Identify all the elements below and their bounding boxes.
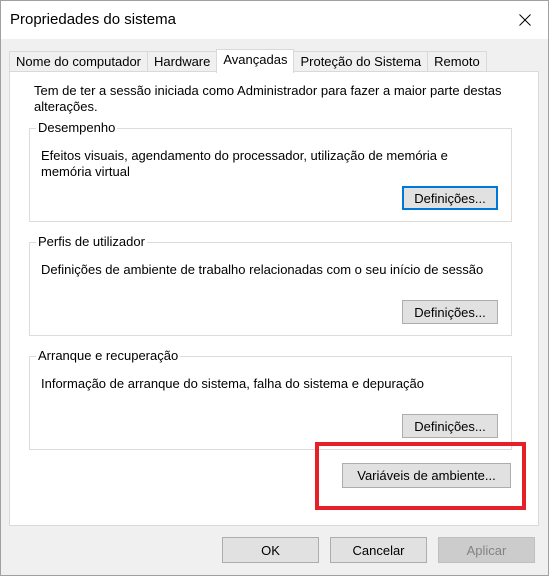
advanced-tab-panel: Tem de ter a sessão iniciada como Admini…	[9, 71, 539, 526]
startup-recovery-description: Informação de arranque do sistema, falha…	[41, 376, 425, 391]
tab-computer-name[interactable]: Nome do computador	[9, 51, 149, 72]
apply-button[interactable]: Aplicar	[438, 537, 535, 563]
close-button[interactable]	[502, 1, 548, 39]
cancel-button[interactable]: Cancelar	[330, 537, 427, 563]
tab-remote[interactable]: Remoto	[427, 51, 487, 72]
performance-settings-button[interactable]: Definições...	[402, 186, 498, 210]
performance-description: Efeitos visuais, agendamento do processa…	[41, 148, 448, 179]
tab-hardware[interactable]: Hardware	[147, 51, 218, 72]
user-profiles-group: Perfis de utilizador Definições de ambie…	[29, 234, 512, 336]
environment-variables-button[interactable]: Variáveis de ambiente...	[342, 463, 511, 488]
performance-group-title: Desempenho	[36, 120, 118, 136]
startup-recovery-group: Arranque e recuperação Informação de arr…	[29, 348, 512, 450]
user-profiles-description: Definições de ambiente de trabalho relac…	[41, 262, 484, 277]
user-profiles-settings-button[interactable]: Definições...	[402, 300, 498, 324]
user-profiles-group-title: Perfis de utilizador	[36, 234, 147, 250]
window-title: Propriedades do sistema	[10, 11, 176, 28]
close-icon	[519, 14, 531, 26]
ok-button[interactable]: OK	[222, 537, 319, 563]
tab-system-protection[interactable]: Proteção do Sistema	[293, 51, 429, 72]
startup-recovery-group-title: Arranque e recuperação	[36, 348, 181, 364]
system-properties-dialog: Propriedades do sistema Nome do computad…	[0, 0, 549, 576]
startup-recovery-settings-button[interactable]: Definições...	[402, 414, 498, 438]
admin-notice: Tem de ter a sessão iniciada como Admini…	[34, 83, 502, 114]
title-bar[interactable]: Propriedades do sistema	[1, 1, 548, 39]
tab-strip: Nome do computador Hardware Avançadas Pr…	[9, 49, 487, 73]
performance-group: Desempenho Efeitos visuais, agendamento …	[29, 120, 512, 222]
tab-advanced[interactable]: Avançadas	[216, 49, 295, 73]
